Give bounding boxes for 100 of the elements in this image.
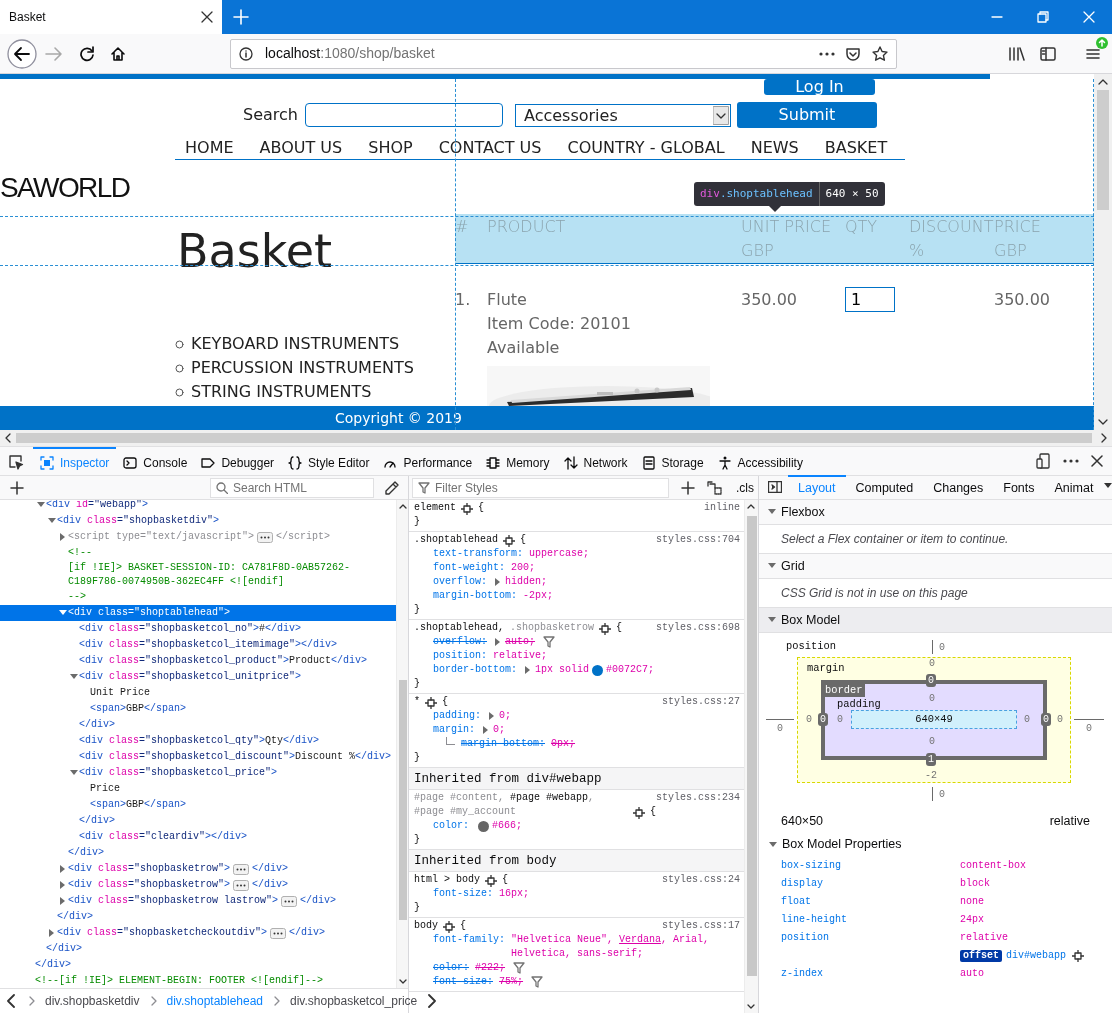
crosshair-icon[interactable]: [425, 697, 437, 709]
color-swatch[interactable]: [592, 664, 604, 676]
more-icon[interactable]: [819, 51, 835, 56]
eyedropper-icon[interactable]: [384, 479, 400, 496]
markup-row[interactable]: <div class="shopbasketrow lastrow"> </div>: [0, 893, 396, 909]
expand-triangle-icon[interactable]: [523, 665, 531, 675]
reload-icon[interactable]: [79, 45, 95, 62]
nav-link[interactable]: COUNTRY - GLOBAL: [567, 136, 725, 159]
star-icon[interactable]: [872, 45, 888, 62]
devtools-tab[interactable]: Style Editor: [281, 447, 377, 476]
sidebar-icon[interactable]: [1040, 46, 1056, 61]
back-button[interactable]: [7, 38, 37, 69]
markup-row[interactable]: <div class="cleardiv"></div>: [0, 829, 396, 845]
source-link[interactable]: styles.css:24: [662, 873, 740, 887]
filter-icon[interactable]: [543, 636, 556, 648]
markup-row[interactable]: <div class="shopbasketcol_product">Product</div>: [0, 653, 396, 669]
markup-row[interactable]: Price: [0, 781, 396, 797]
source-link[interactable]: styles.css:234: [656, 791, 740, 805]
markup-row[interactable]: <div class="shoptablehead">: [0, 605, 396, 621]
crosshair-icon[interactable]: [1072, 950, 1085, 962]
ellipsis-badge[interactable]: [233, 863, 250, 875]
markup-row[interactable]: <div class="shopbasketcol_itemimage"></div>: [0, 637, 396, 653]
home-icon[interactable]: [110, 45, 126, 62]
section-title[interactable]: Grid: [781, 556, 805, 576]
close-icon[interactable]: [1091, 455, 1103, 467]
markup-row[interactable]: Unit Price: [0, 685, 396, 701]
source-link[interactable]: styles.css:698: [656, 621, 740, 635]
rule-selector[interactable]: .shoptablehead, .shopbasketrow: [414, 621, 595, 635]
markup-row[interactable]: <div class="shopbasketcol_discount">Discount %</div>: [0, 749, 396, 765]
panel-tab[interactable]: Computed: [845, 475, 924, 499]
nav-link[interactable]: SHOP: [368, 136, 413, 159]
devtools-tab[interactable]: Accessibility: [710, 447, 810, 476]
crosshair-icon[interactable]: [443, 921, 455, 933]
devtools-tab[interactable]: Network: [556, 447, 635, 476]
ellipsis-badge[interactable]: [270, 927, 287, 939]
address-field[interactable]: localhost:1080/shop/basket: [230, 38, 897, 69]
dropdown-arrow-icon[interactable]: [1103, 482, 1112, 490]
section-title[interactable]: Box Model Properties: [782, 835, 902, 854]
nav-link[interactable]: BASKET: [824, 136, 888, 159]
crosshair-icon[interactable]: [632, 807, 645, 819]
nav-link[interactable]: NEWS: [750, 136, 799, 159]
info-icon[interactable]: [239, 46, 253, 61]
breadcrumb[interactable]: div.shoptablehead: [166, 992, 264, 1010]
expand-triangle-icon[interactable]: [493, 637, 501, 647]
filter-icon[interactable]: [513, 962, 526, 974]
scrollbar-thumb[interactable]: [16, 433, 1092, 443]
markup-row[interactable]: <div class="shopbasketcol_no">#</div>: [0, 621, 396, 637]
source-link[interactable]: styles.css:17: [662, 919, 740, 933]
devtools-tab[interactable]: Memory: [479, 447, 557, 476]
rule-selector[interactable]: .shoptablehead: [414, 533, 498, 547]
scroll-right-icon[interactable]: [427, 994, 438, 1008]
panel-tab[interactable]: Fonts: [993, 475, 1045, 499]
source-link[interactable]: styles.css:27: [662, 695, 740, 709]
ellipsis-badge[interactable]: [257, 531, 274, 543]
vertical-scrollbar[interactable]: [744, 500, 758, 1013]
nav-link[interactable]: ABOUT US: [259, 136, 343, 159]
rule-selector[interactable]: #page #content, #page #webapp, #page #my_account: [414, 791, 628, 819]
pocket-icon[interactable]: [845, 45, 861, 62]
category-select[interactable]: Accessories: [514, 103, 731, 127]
rule-selector[interactable]: body: [414, 919, 438, 933]
source-link[interactable]: styles.css:704: [656, 533, 740, 547]
add-icon[interactable]: [681, 480, 695, 495]
rule-selector[interactable]: element: [414, 501, 456, 515]
menu-icon[interactable]: [1086, 47, 1100, 62]
new-tab-icon[interactable]: [233, 9, 249, 25]
restore-icon[interactable]: [1037, 11, 1049, 23]
scroll-left-icon[interactable]: [6, 994, 16, 1008]
markup-row[interactable]: <span>GBP</span>: [0, 797, 396, 813]
expand-triangle-icon[interactable]: [487, 711, 495, 721]
crosshair-icon[interactable]: [503, 535, 515, 547]
source-link[interactable]: inline: [704, 501, 740, 515]
cls-button[interactable]: .cls: [735, 477, 755, 498]
add-icon[interactable]: [10, 480, 24, 495]
markup-row[interactable]: <!--[if !IE]> ELEMENT-BEGIN: FOOTER <![endif]-->: [0, 973, 396, 988]
responsive-icon[interactable]: [1036, 453, 1050, 469]
markup-row[interactable]: <div id="webapp">: [0, 500, 396, 513]
login-button[interactable]: Log In: [764, 79, 875, 95]
library-icon[interactable]: [1008, 45, 1026, 62]
ellipsis-badge[interactable]: [281, 895, 298, 907]
vertical-scrollbar[interactable]: [396, 500, 408, 988]
section-title[interactable]: Flexbox: [781, 502, 825, 522]
filter-icon[interactable]: [531, 976, 544, 988]
breadcrumb[interactable]: div.shopbasketcol_price: [290, 992, 418, 1010]
panel-tab[interactable]: Changes: [923, 475, 994, 499]
rule-selector[interactable]: *: [414, 695, 420, 709]
panel-tab[interactable]: Animat: [1044, 475, 1104, 499]
markup-row[interactable]: <div class="shopbasketcol_price">: [0, 765, 396, 781]
search-field[interactable]: [304, 103, 503, 127]
section-title[interactable]: Box Model: [781, 610, 841, 630]
category-link[interactable]: KEYBOARD INSTRUMENTS: [191, 332, 400, 356]
devtools-tab[interactable]: Console: [116, 447, 195, 476]
markup-row[interactable]: <div class="shopbasketcheckoutdiv"> </div>: [0, 925, 396, 941]
crosshair-icon[interactable]: [485, 875, 497, 887]
markup-row[interactable]: <div class="shopbasketdiv">: [0, 513, 396, 529]
horizontal-scrollbar[interactable]: [0, 430, 1112, 446]
crosshair-icon[interactable]: [461, 503, 473, 515]
markup-row[interactable]: <script type="text/javascript"> </script>: [0, 529, 396, 545]
submit-button[interactable]: Submit: [736, 102, 877, 128]
devtools-tab[interactable]: Performance: [376, 447, 480, 476]
filter-field[interactable]: Filter Styles: [412, 477, 669, 498]
